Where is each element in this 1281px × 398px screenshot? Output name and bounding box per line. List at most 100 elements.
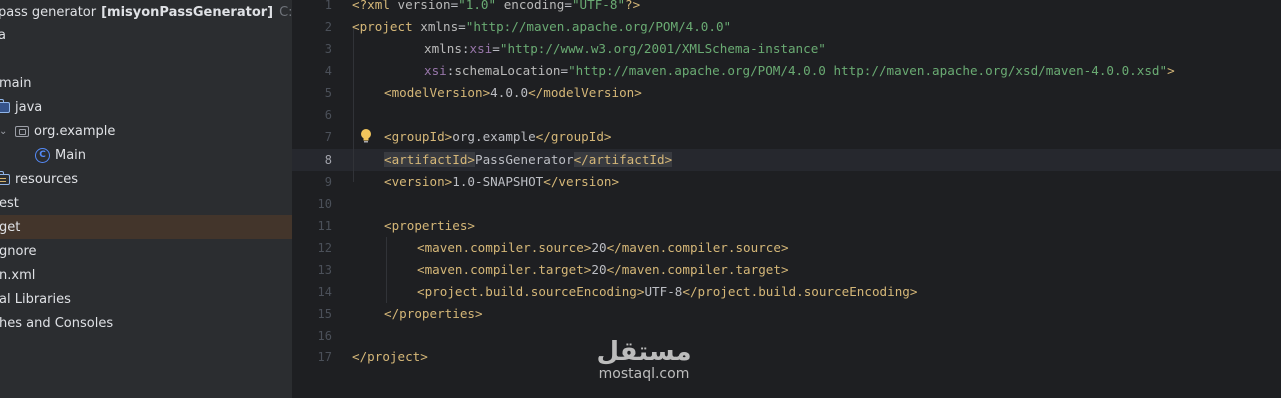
code-line-1: <?xml version="1.0" encoding="UTF-8"?> xyxy=(352,0,640,16)
tree-item-label: al Libraries xyxy=(0,291,71,307)
indent-guide xyxy=(353,28,354,182)
indent-guide xyxy=(386,237,387,303)
xml-declaration-open: <?xml xyxy=(352,0,398,12)
tag-close: </maven.compiler.source> xyxy=(606,240,789,255)
code-line-2: <project xmlns="http://maven.apache.org/… xyxy=(352,16,731,38)
attr-value: "http://maven.apache.org/POM/4.0.0" xyxy=(465,19,732,34)
tree-item-label: main xyxy=(0,75,32,91)
tree-item-label: gnore xyxy=(0,243,37,259)
lightbulb-icon[interactable] xyxy=(360,128,372,144)
attr-name: encoding xyxy=(503,0,565,12)
code-line-12: <maven.compiler.source>20</maven.compile… xyxy=(417,237,789,259)
tag-open: <artifactId> xyxy=(384,152,475,167)
tree-item-label: java xyxy=(15,99,43,115)
tag-open: <groupId> xyxy=(384,129,453,144)
tree-item-label: resources xyxy=(15,171,79,187)
project-path: C:\Us xyxy=(279,4,292,20)
attr-value: "1.0" xyxy=(458,0,497,12)
line-number: 6 xyxy=(324,108,332,122)
tag-text: 1.0-SNAPSHOT xyxy=(452,174,544,189)
tag-close: </project> xyxy=(352,349,428,364)
project-root-row[interactable]: pass generator [misyonPassGenerator] C:\… xyxy=(0,0,292,24)
tag-close: </maven.compiler.target> xyxy=(606,262,789,277)
tag-text: UTF-8 xyxy=(644,284,683,299)
equals: = xyxy=(458,19,466,34)
line-number: 12 xyxy=(317,241,332,255)
tree-item-scratches[interactable]: hes and Consoles xyxy=(0,311,292,335)
tree-item-test[interactable]: est xyxy=(0,191,292,215)
chevron-down-icon[interactable]: ⌄ xyxy=(0,126,9,137)
watermark-logo: مستقل mostaql.com xyxy=(584,338,704,382)
tree-item-org-example[interactable]: ⌄ org.example xyxy=(0,119,292,143)
colon: : xyxy=(461,41,470,56)
tree-item-resources[interactable]: resources xyxy=(0,167,292,191)
tree-item-external-libraries[interactable]: al Libraries xyxy=(0,287,292,311)
line-number: 2 xyxy=(324,20,332,34)
tag-text: 20 xyxy=(591,262,607,277)
line-number: 3 xyxy=(324,42,332,56)
tag-close: </properties> xyxy=(384,306,483,321)
tag-close: > xyxy=(1167,63,1175,78)
watermark-arabic: مستقل xyxy=(596,337,692,367)
equals: = xyxy=(564,0,572,12)
attr-name: version xyxy=(397,0,451,12)
tree-item-label: est xyxy=(0,195,19,211)
namespace-prefix: xsi xyxy=(424,63,447,78)
project-module-name: [misyonPassGenerator] xyxy=(101,4,274,20)
project-root-name: pass generator xyxy=(0,4,97,20)
tag-open: <project xyxy=(352,19,421,34)
java-class-icon: C xyxy=(35,147,50,163)
code-editor[interactable]: 1 2 3 4 5 6 7 8 9 10 11 12 13 14 15 16 17 <?xml version=… xyxy=(292,0,1281,398)
attr-name: xmlns xyxy=(420,19,459,34)
namespace-name: xsi xyxy=(469,41,493,56)
tree-item-label: n.xml xyxy=(0,267,36,283)
attr-value: "http://www.w3.org/2001/XMLSchema-instan… xyxy=(499,41,826,56)
code-line-5: <modelVersion>4.0.0</modelVersion> xyxy=(384,82,642,104)
tree-item-main-class[interactable]: C Main xyxy=(0,143,292,167)
tag-text: org.example xyxy=(452,129,536,144)
tree-item-label: a xyxy=(0,27,6,43)
line-number: 15 xyxy=(317,307,332,321)
project-tree-panel: pass generator [misyonPassGenerator] C:\… xyxy=(0,0,292,398)
tree-item-idea[interactable]: a xyxy=(0,23,292,47)
tag-open: <project.build.sourceEncoding> xyxy=(417,284,645,299)
tree-item-label: org.example xyxy=(34,123,116,139)
tag-close: </version> xyxy=(543,174,620,189)
line-number: 11 xyxy=(317,219,332,233)
equals: = xyxy=(492,41,500,56)
code-line-13: <maven.compiler.target>20</maven.compile… xyxy=(417,259,789,281)
tree-item-label: get xyxy=(0,219,21,235)
tag-close: </artifactId> xyxy=(573,152,673,167)
tag-close: </groupId> xyxy=(535,129,612,144)
tree-item-gitignore[interactable]: gnore xyxy=(0,239,292,263)
source-folder-icon xyxy=(0,99,10,113)
line-number: 14 xyxy=(317,285,332,299)
line-number: 7 xyxy=(324,130,332,144)
code-line-7: <groupId>org.example</groupId> xyxy=(384,126,611,148)
tree-item-java[interactable]: java xyxy=(0,95,292,119)
line-number: 8 xyxy=(324,153,332,167)
equals: = xyxy=(560,63,569,78)
attr-prefix: xmlns xyxy=(424,41,462,56)
tree-item-target[interactable]: get xyxy=(0,215,292,239)
line-number: 17 xyxy=(317,350,332,364)
watermark-latin: mostaql.com xyxy=(598,366,690,382)
attr-value: "UTF-8" xyxy=(571,0,626,12)
line-number: 16 xyxy=(317,329,332,343)
code-line-14: <project.build.sourceEncoding>UTF-8</pro… xyxy=(417,281,917,303)
line-number: 13 xyxy=(317,263,332,277)
line-number: 1 xyxy=(324,0,332,12)
line-number: 5 xyxy=(324,86,332,100)
tree-item-pom-xml[interactable]: n.xml xyxy=(0,263,292,287)
code-line-3: xmlns:xsi="http://www.w3.org/2001/XMLSch… xyxy=(424,38,826,60)
tag-close: </project.build.sourceEncoding> xyxy=(682,284,918,299)
code-line-4: xsi:schemaLocation="http://maven.apache.… xyxy=(424,60,1175,82)
resources-folder-icon xyxy=(0,171,10,185)
tag-close: </modelVersion> xyxy=(528,85,642,100)
attr-value: "http://maven.apache.org/POM/4.0.0 http:… xyxy=(568,63,1168,78)
attr-name: schemaLocation xyxy=(454,63,561,78)
tag-text: 4.0.0 xyxy=(490,85,529,100)
code-line-8: <artifactId>PassGenerator</artifactId> xyxy=(384,149,673,171)
tree-item-main[interactable]: main xyxy=(0,71,292,95)
